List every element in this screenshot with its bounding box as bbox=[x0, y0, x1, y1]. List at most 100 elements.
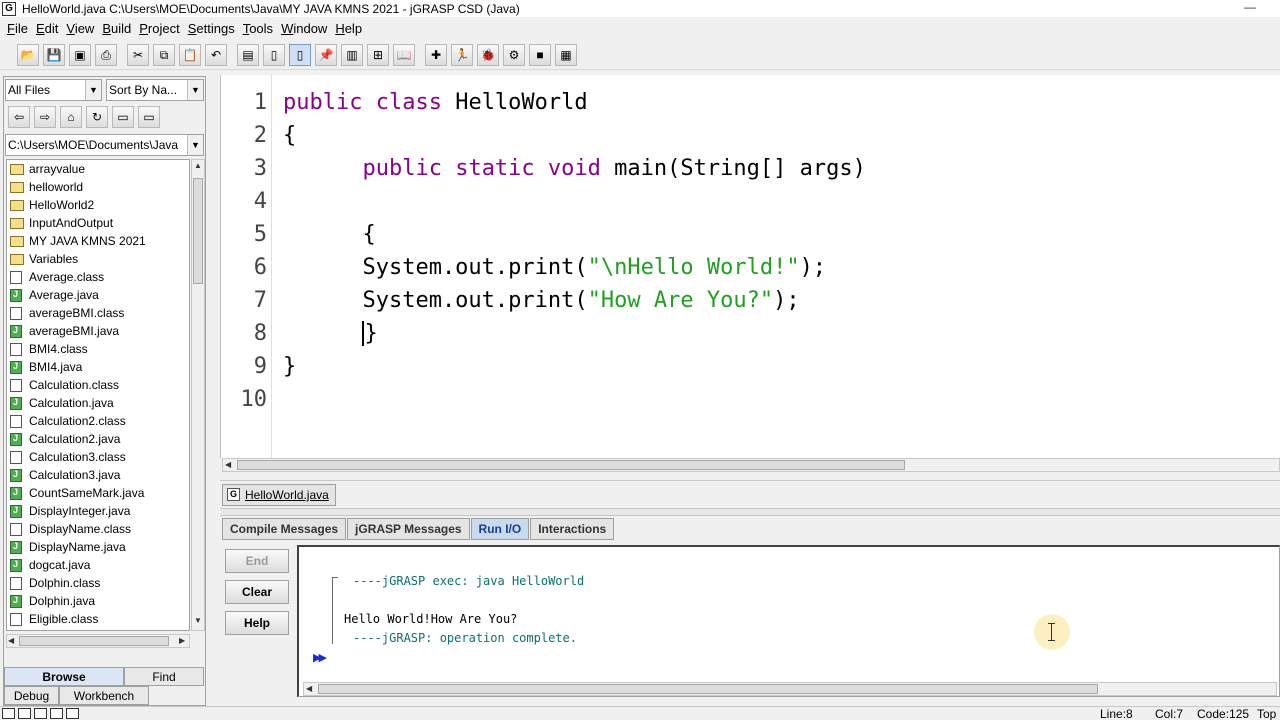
save-all-button[interactable]: ▣ bbox=[69, 43, 91, 66]
clear-button[interactable]: Clear bbox=[225, 580, 289, 604]
compile-button[interactable]: ✚ bbox=[425, 43, 447, 66]
back-arrow-button[interactable]: ⇦ bbox=[8, 106, 30, 128]
list-item[interactable]: Dolphin.java bbox=[7, 592, 189, 610]
list-item[interactable]: Calculation2.java bbox=[7, 430, 189, 448]
debug-button[interactable]: 🐞 bbox=[477, 43, 499, 66]
list-item[interactable]: MY JAVA KMNS 2021 bbox=[7, 232, 189, 250]
list-item[interactable]: HelloWorld2 bbox=[7, 196, 189, 214]
scroll-down-arrow-icon[interactable]: ▼ bbox=[194, 616, 202, 625]
sort-select[interactable]: Sort By Na... ▼ bbox=[106, 79, 204, 101]
up-folder-button[interactable]: ⌂ bbox=[60, 106, 82, 128]
window-layout-icon[interactable] bbox=[50, 708, 63, 719]
chevron-down-icon[interactable]: ▼ bbox=[85, 80, 101, 100]
code-line-6[interactable]: System.out.print("\nHello World!"); bbox=[283, 251, 826, 284]
editor-horizontal-scrollbar[interactable]: ◀ bbox=[222, 458, 1280, 472]
list-item[interactable]: Calculation3.class bbox=[7, 448, 189, 466]
scroll-right-arrow-icon[interactable]: ▶ bbox=[179, 636, 185, 645]
tab-browse[interactable]: Browse bbox=[4, 667, 124, 686]
page-active-button[interactable]: ▯ bbox=[289, 43, 311, 66]
window-layout-icon[interactable] bbox=[66, 708, 79, 719]
list-item[interactable]: InputAndOutput bbox=[7, 214, 189, 232]
list-item[interactable]: DisplayName.class bbox=[7, 520, 189, 538]
list-item[interactable]: BMI4.java bbox=[7, 358, 189, 376]
list-item[interactable]: CountSameMark.java bbox=[7, 484, 189, 502]
tab-debug[interactable]: Debug bbox=[4, 686, 59, 705]
menu-file[interactable]: File bbox=[7, 21, 28, 36]
menu-view[interactable]: View bbox=[66, 21, 94, 36]
paste-button[interactable]: 📋 bbox=[179, 43, 201, 66]
window-layout-icon[interactable] bbox=[34, 708, 47, 719]
list-item[interactable]: Calculation3.java bbox=[7, 466, 189, 484]
help-button[interactable]: Help bbox=[225, 611, 289, 635]
copy-button[interactable]: ⧉ bbox=[153, 43, 175, 66]
window-layout-icon[interactable] bbox=[18, 708, 31, 719]
save-button[interactable]: 💾 bbox=[43, 43, 65, 66]
page-button[interactable]: ▯ bbox=[263, 43, 285, 66]
scroll-left-arrow-icon[interactable]: ◀ bbox=[8, 636, 14, 645]
run-applet-button[interactable]: ⚙ bbox=[503, 43, 525, 66]
scroll-left-arrow-icon[interactable]: ◀ bbox=[306, 684, 312, 693]
scrollbar-thumb[interactable] bbox=[237, 460, 905, 470]
menu-project[interactable]: Project bbox=[139, 21, 179, 36]
run-io-output[interactable]: ----jGRASP exec: java HelloWorld Hello W… bbox=[297, 545, 1280, 697]
list-item[interactable]: Average.java bbox=[7, 286, 189, 304]
menu-build[interactable]: Build bbox=[102, 21, 131, 36]
tab-run-io[interactable]: Run I/O bbox=[470, 518, 530, 540]
minimize-button[interactable]: — bbox=[1244, 0, 1256, 14]
code-line-5[interactable]: { bbox=[283, 218, 375, 251]
tab-workbench[interactable]: Workbench bbox=[59, 686, 149, 705]
code-line-1[interactable]: public class HelloWorld bbox=[283, 86, 588, 119]
chevron-down-icon[interactable]: ▼ bbox=[187, 80, 203, 100]
stop-button[interactable]: ■ bbox=[529, 43, 551, 66]
list-item[interactable]: averageBMI.java bbox=[7, 322, 189, 340]
list-item[interactable]: Eligible.class bbox=[7, 610, 189, 628]
scrollbar-thumb[interactable] bbox=[318, 684, 1098, 694]
tab-jgrasp-messages[interactable]: jGRASP Messages bbox=[347, 518, 470, 540]
cut-button[interactable]: ✂ bbox=[127, 43, 149, 66]
output-horizontal-scrollbar[interactable]: ◀ bbox=[303, 682, 1277, 696]
code-line-8[interactable]: } bbox=[283, 317, 378, 350]
bar-chart-button[interactable]: ▥ bbox=[341, 43, 363, 66]
scrollbar-thumb[interactable] bbox=[193, 178, 203, 284]
list-item[interactable]: Dolphin.class bbox=[7, 574, 189, 592]
code-line-3[interactable]: public static void main(String[] args) bbox=[283, 152, 865, 185]
list-item[interactable]: Variables bbox=[7, 250, 189, 268]
panel-splitter[interactable] bbox=[220, 508, 1280, 516]
list-item[interactable]: averageBMI.class bbox=[7, 304, 189, 322]
file-filter-select[interactable]: All Files ▼ bbox=[5, 79, 102, 101]
refresh-button[interactable]: ↻ bbox=[86, 106, 108, 128]
scrollbar-thumb[interactable] bbox=[19, 636, 169, 646]
code-editor[interactable]: 1 2 3 4 5 6 7 8 9 10 public class HelloWorld { pu… bbox=[220, 75, 1280, 458]
menu-tools[interactable]: Tools bbox=[243, 21, 273, 36]
book-button[interactable]: 📖 bbox=[393, 43, 415, 66]
undo-button[interactable]: ↶ bbox=[205, 43, 227, 66]
file-tab-helloworld[interactable]: G HelloWorld.java bbox=[222, 484, 336, 506]
window-layout-icon[interactable] bbox=[2, 708, 15, 719]
list-item[interactable]: DisplayInteger.java bbox=[7, 502, 189, 520]
forward-arrow-button[interactable]: ⇨ bbox=[34, 106, 56, 128]
list-item[interactable]: Eligible.java bbox=[7, 628, 189, 630]
menu-edit[interactable]: Edit bbox=[36, 21, 58, 36]
tree-button[interactable]: ⊞ bbox=[367, 43, 389, 66]
file-list-horizontal-scrollbar[interactable]: ◀ ▶ bbox=[6, 634, 190, 648]
tab-interactions[interactable]: Interactions bbox=[530, 518, 615, 540]
code-line-4[interactable] bbox=[283, 185, 296, 218]
list-item[interactable]: dogcat.java bbox=[7, 556, 189, 574]
folder-button[interactable]: ▭ bbox=[112, 106, 134, 128]
tab-compile-messages[interactable]: Compile Messages bbox=[222, 518, 347, 540]
list-item[interactable]: helloworld bbox=[7, 178, 189, 196]
workbench-button[interactable]: ▦ bbox=[555, 43, 577, 66]
pin-button[interactable]: 📌 bbox=[315, 43, 337, 66]
end-button[interactable]: End bbox=[225, 549, 289, 573]
list-item[interactable]: Calculation.class bbox=[7, 376, 189, 394]
list-item[interactable]: Calculation.java bbox=[7, 394, 189, 412]
scroll-up-arrow-icon[interactable]: ▲ bbox=[194, 161, 202, 170]
folder-menu-button[interactable]: ▭ bbox=[138, 106, 160, 128]
list-item[interactable]: arrayvalue bbox=[7, 160, 189, 178]
scroll-left-arrow-icon[interactable]: ◀ bbox=[225, 460, 231, 469]
list-item[interactable]: Average.class bbox=[7, 268, 189, 286]
file-list-vertical-scrollbar[interactable]: ▲ ▼ bbox=[191, 159, 205, 631]
code-line-2[interactable]: { bbox=[283, 119, 296, 152]
code-line-10[interactable] bbox=[283, 383, 296, 416]
open-file-button[interactable]: 📂 bbox=[17, 43, 39, 66]
